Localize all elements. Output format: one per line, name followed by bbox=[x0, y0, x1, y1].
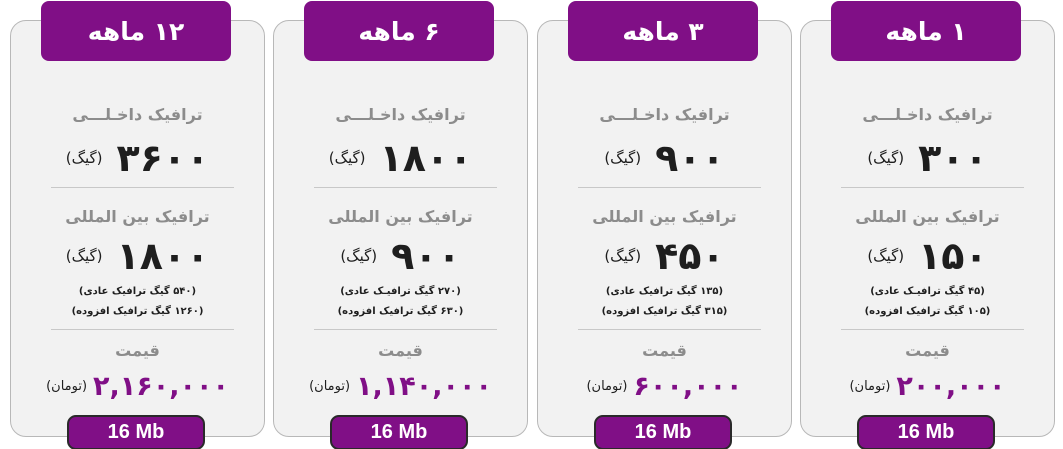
domestic-traffic-row: ۳۶۰۰ (گیگ) bbox=[11, 136, 264, 180]
international-traffic-label: ترافیک بین المللی bbox=[328, 207, 473, 226]
domestic-traffic-unit: (گیگ) bbox=[65, 149, 103, 167]
price-row: ۱,۱۴۰,۰۰۰ (تومان) bbox=[274, 369, 527, 403]
international-traffic-value: ۱۵۰ bbox=[918, 234, 988, 278]
divider bbox=[51, 187, 234, 188]
domestic-traffic-label: ترافیک داخـلـــی bbox=[862, 105, 993, 124]
speed-badge[interactable]: 16 Mb bbox=[857, 415, 995, 449]
divider bbox=[314, 187, 497, 188]
international-traffic-label: ترافیک بین المللی bbox=[65, 207, 210, 226]
divider bbox=[578, 187, 761, 188]
domestic-traffic-label: ترافیک داخـلـــی bbox=[599, 105, 730, 124]
price-value: ۲,۱۶۰,۰۰۰ bbox=[93, 370, 229, 402]
divider bbox=[51, 329, 234, 330]
plan-card-3-month: ۳ ماهه ترافیک داخـلـــی ۹۰۰ (گیگ) ترافیک… bbox=[537, 1, 792, 449]
plan-title: ۶ ماهه bbox=[304, 1, 494, 61]
price-value: ۶۰۰,۰۰۰ bbox=[633, 370, 743, 402]
plan-card-12-month: ۱۲ ماهه ترافیک داخـلـــی ۳۶۰۰ (گیگ) تراف… bbox=[10, 1, 265, 449]
price-value: ۱,۱۴۰,۰۰۰ bbox=[356, 370, 492, 402]
normal-traffic-detail: (۴۵ گیگ ترافیـک عادی) bbox=[870, 286, 985, 297]
price-label: قیمت bbox=[115, 341, 160, 360]
speed-badge[interactable]: 16 Mb bbox=[330, 415, 468, 449]
divider bbox=[314, 329, 497, 330]
normal-traffic-detail: (۱۳۵ گیگ ترافیک عادی) bbox=[605, 286, 724, 297]
plan-title: ۳ ماهه bbox=[568, 1, 758, 61]
plan-title: ۱ ماهه bbox=[831, 1, 1021, 61]
price-unit: (تومان) bbox=[849, 378, 891, 394]
price-label: قیمت bbox=[642, 341, 687, 360]
divider bbox=[578, 329, 761, 330]
international-traffic-label: ترافیک بین المللی bbox=[592, 207, 737, 226]
international-traffic-unit: (گیگ) bbox=[604, 247, 642, 265]
plan-card-6-month: ۶ ماهه ترافیک داخـلـــی ۱۸۰۰ (گیگ) ترافی… bbox=[273, 1, 528, 449]
domestic-traffic-label: ترافیک داخـلـــی bbox=[335, 105, 466, 124]
divider bbox=[841, 187, 1024, 188]
international-traffic-unit: (گیگ) bbox=[340, 247, 378, 265]
domestic-traffic-unit: (گیگ) bbox=[604, 149, 642, 167]
plan-title: ۱۲ ماهه bbox=[41, 1, 231, 61]
international-traffic-row: ۱۸۰۰ (گیگ) bbox=[11, 234, 264, 278]
price-row: ۲,۱۶۰,۰۰۰ (تومان) bbox=[11, 369, 264, 403]
international-traffic-unit: (گیگ) bbox=[867, 247, 905, 265]
domestic-traffic-value: ۱۸۰۰ bbox=[379, 136, 473, 180]
price-value: ۲۰۰,۰۰۰ bbox=[896, 370, 1006, 402]
speed-badge[interactable]: 16 Mb bbox=[594, 415, 732, 449]
price-unit: (تومان) bbox=[309, 378, 351, 394]
added-traffic-detail: (۳۱۵ گیگ ترافیک افزوده) bbox=[601, 306, 728, 317]
international-traffic-unit: (گیگ) bbox=[65, 247, 103, 265]
domestic-traffic-row: ۹۰۰ (گیگ) bbox=[538, 136, 791, 180]
price-unit: (تومان) bbox=[46, 378, 88, 394]
international-traffic-row: ۹۰۰ (گیگ) bbox=[274, 234, 527, 278]
international-traffic-value: ۴۵۰ bbox=[655, 234, 725, 278]
domestic-traffic-unit: (گیگ) bbox=[867, 149, 905, 167]
plan-card-1-month: ۱ ماهه ترافیک داخـلـــی ۳۰۰ (گیگ) ترافیک… bbox=[800, 1, 1055, 449]
price-label: قیمت bbox=[905, 341, 950, 360]
international-traffic-row: ۴۵۰ (گیگ) bbox=[538, 234, 791, 278]
price-label: قیمت bbox=[378, 341, 423, 360]
domestic-traffic-value: ۳۶۰۰ bbox=[116, 136, 210, 180]
price-row: ۶۰۰,۰۰۰ (تومان) bbox=[538, 369, 791, 403]
domestic-traffic-value: ۳۰۰ bbox=[918, 136, 988, 180]
international-traffic-label: ترافیک بین المللی bbox=[855, 207, 1000, 226]
domestic-traffic-row: ۳۰۰ (گیگ) bbox=[801, 136, 1054, 180]
normal-traffic-detail: (۵۴۰ گیگ ترافیک عادی) bbox=[78, 286, 197, 297]
domestic-traffic-row: ۱۸۰۰ (گیگ) bbox=[274, 136, 527, 180]
added-traffic-detail: (۱۰۵ گیگ ترافیک افزوده) bbox=[864, 306, 991, 317]
international-traffic-value: ۹۰۰ bbox=[391, 234, 461, 278]
domestic-traffic-unit: (گیگ) bbox=[328, 149, 366, 167]
normal-traffic-detail: (۲۷۰ گیگ ترافیـک عادی) bbox=[340, 286, 461, 297]
price-row: ۲۰۰,۰۰۰ (تومان) bbox=[801, 369, 1054, 403]
divider bbox=[841, 329, 1024, 330]
added-traffic-detail: (۶۳۰ گیگ ترافیک افزوده) bbox=[337, 306, 464, 317]
added-traffic-detail: (۱۲۶۰ گیگ ترافیک افزوده) bbox=[71, 306, 204, 317]
speed-badge[interactable]: 16 Mb bbox=[67, 415, 205, 449]
domestic-traffic-value: ۹۰۰ bbox=[655, 136, 725, 180]
domestic-traffic-label: ترافیک داخـلـــی bbox=[72, 105, 203, 124]
price-unit: (تومان) bbox=[586, 378, 628, 394]
international-traffic-row: ۱۵۰ (گیگ) bbox=[801, 234, 1054, 278]
international-traffic-value: ۱۸۰۰ bbox=[116, 234, 210, 278]
